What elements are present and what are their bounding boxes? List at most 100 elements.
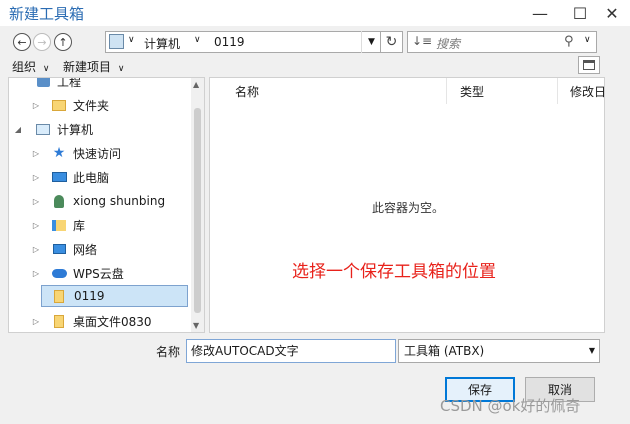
view-options-button[interactable]	[578, 56, 600, 74]
back-button[interactable]: ←	[13, 33, 31, 51]
column-header-modified[interactable]: 修改日	[562, 78, 605, 104]
search-box[interactable]: ↓≡ 搜索 ⚲ ∨	[407, 31, 597, 53]
tree-item-label: xiong shunbing	[73, 194, 166, 208]
annotation-text: 选择一个保存工具箱的位置	[292, 262, 496, 282]
expand-arrow-icon[interactable]: ▷	[31, 317, 41, 326]
expand-arrow-icon[interactable]: ▷	[31, 173, 41, 182]
column-label: 修改日	[570, 84, 605, 99]
tree-item-this-pc[interactable]: ▷ 此电脑	[9, 166, 195, 188]
column-label: 类型	[460, 84, 485, 99]
tree-scrollbar[interactable]: ▲ ▼	[191, 78, 204, 332]
breadcrumb-folder[interactable]: 0119	[214, 35, 245, 49]
caret-down-icon: ▼	[588, 346, 595, 355]
tree-item-label: 文件夹	[73, 98, 110, 113]
expand-arrow-icon[interactable]: ▷	[31, 269, 41, 278]
empty-message: 此容器为空。	[371, 201, 444, 215]
organize-label: 组织	[12, 60, 37, 74]
tree-item-label: 工程	[57, 77, 82, 89]
scroll-up-icon[interactable]: ▲	[193, 80, 199, 89]
tree-item-label: 库	[73, 218, 86, 233]
folder-icon	[51, 288, 67, 304]
scrollbar-thumb[interactable]	[194, 108, 201, 313]
view-layout-icon	[583, 60, 595, 70]
sort-icon[interactable]: ↓≡	[412, 34, 432, 48]
folder-icon	[51, 313, 67, 329]
expand-arrow-icon[interactable]: ▷	[31, 101, 41, 110]
navigation-pane[interactable]: 工程 ▷ 文件夹 ◢ 计算机 ▷ ★ 快速访问 ▷ 此电脑 ▷ xiong sh…	[8, 77, 205, 333]
chevron-down-icon: ∨	[117, 64, 125, 74]
this-pc-icon	[51, 169, 67, 185]
tree-item-label: 快速访问	[73, 146, 122, 161]
column-label: 名称	[235, 84, 260, 99]
tree-item-label: WPS云盘	[73, 266, 124, 281]
caret-down-icon: ▼	[368, 37, 375, 47]
chevron-down-icon[interactable]: ∨	[584, 35, 591, 45]
tree-item-library[interactable]: ▷ 库	[9, 214, 195, 236]
new-item-label: 新建项目	[63, 60, 112, 74]
location-icon	[109, 34, 124, 49]
forward-button[interactable]: →	[33, 33, 51, 51]
address-bar[interactable]: ∨ 计算机 ∨ 0119	[105, 31, 381, 53]
title-bar: 新建工具箱 — ☐ ✕	[0, 0, 630, 26]
library-icon	[51, 217, 67, 233]
new-item-menu[interactable]: 新建项目 ∨	[63, 58, 124, 75]
arrow-left-icon: ←	[17, 35, 27, 49]
tree-item-label: 此电脑	[73, 170, 110, 185]
project-icon	[35, 78, 51, 89]
collapse-arrow-icon[interactable]: ◢	[13, 125, 23, 134]
folder-icon	[51, 97, 67, 113]
minimize-button[interactable]: —	[520, 0, 560, 26]
column-header-name[interactable]: 名称	[227, 78, 447, 104]
tree-item-project[interactable]: 工程	[9, 77, 195, 92]
breadcrumb-computer[interactable]: 计算机	[144, 35, 180, 52]
tree-item-folder[interactable]: ▷ 文件夹	[9, 94, 195, 116]
name-input[interactable]: 修改AUTOCAD文字	[186, 339, 396, 363]
tree-item-label: 0119	[74, 289, 105, 303]
tree-item-user[interactable]: ▷ xiong shunbing	[9, 190, 195, 212]
expand-arrow-icon[interactable]: ▷	[31, 197, 41, 206]
refresh-button[interactable]: ↻	[381, 31, 403, 53]
arrow-up-icon: ↑	[58, 35, 68, 49]
cloud-icon	[51, 265, 67, 281]
column-header-type[interactable]: 类型	[452, 78, 558, 104]
tree-item-desktop-0830[interactable]: ▷ 桌面文件0830	[9, 310, 195, 332]
type-select-value: 工具箱 (ATBX)	[404, 344, 485, 358]
window-title: 新建工具箱	[9, 5, 85, 23]
expand-arrow-icon[interactable]: ▷	[31, 221, 41, 230]
name-label: 名称	[156, 345, 181, 359]
maximize-icon: ☐	[572, 3, 588, 23]
user-icon	[51, 193, 67, 209]
network-icon	[51, 241, 67, 257]
watermark: CSDN @ok好的佩奇	[440, 397, 581, 415]
tree-item-network[interactable]: ▷ 网络	[9, 238, 195, 260]
expand-arrow-icon[interactable]: ▷	[31, 245, 41, 254]
tree-item-label: 桌面文件0830	[73, 314, 152, 329]
tree-item-label: 计算机	[57, 122, 94, 137]
arrow-right-icon: →	[37, 35, 47, 49]
chevron-down-icon[interactable]: ∨	[128, 35, 135, 45]
tree-item-wps-cloud[interactable]: ▷ WPS云盘	[9, 262, 195, 284]
chevron-down-icon: ∨	[42, 64, 50, 74]
content-pane[interactable]: 名称 类型 修改日 此容器为空。	[209, 77, 605, 333]
type-select[interactable]: 工具箱 (ATBX) ▼	[398, 339, 600, 363]
organize-menu[interactable]: 组织 ∨	[12, 58, 49, 75]
computer-icon	[35, 121, 51, 137]
address-dropdown-button[interactable]: ▼	[361, 31, 381, 53]
close-icon: ✕	[605, 3, 619, 23]
refresh-icon: ↻	[385, 34, 398, 50]
minimize-icon: —	[532, 3, 548, 23]
address-row: ← → ↑ ∨ 计算机 ∨ 0119 ▼ ↻ ↓≡ 搜索 ⚲ ∨	[0, 28, 630, 56]
chevron-down-icon[interactable]: ∨	[194, 35, 201, 45]
toolbar: 组织 ∨ 新建项目 ∨	[0, 56, 630, 76]
search-icon[interactable]: ⚲	[564, 34, 574, 49]
tree-item-computer[interactable]: ◢ 计算机	[9, 118, 195, 140]
up-button[interactable]: ↑	[54, 33, 72, 51]
tree-item-0119[interactable]: 0119	[41, 285, 188, 307]
tree-item-label: 网络	[73, 242, 98, 257]
tree-item-quick-access[interactable]: ▷ ★ 快速访问	[9, 142, 195, 164]
search-input[interactable]: 搜索	[436, 35, 460, 52]
quick-access-star-icon: ★	[52, 145, 66, 161]
scroll-down-icon[interactable]: ▼	[193, 321, 199, 330]
expand-arrow-icon[interactable]: ▷	[31, 149, 41, 158]
close-button[interactable]: ✕	[592, 0, 630, 26]
